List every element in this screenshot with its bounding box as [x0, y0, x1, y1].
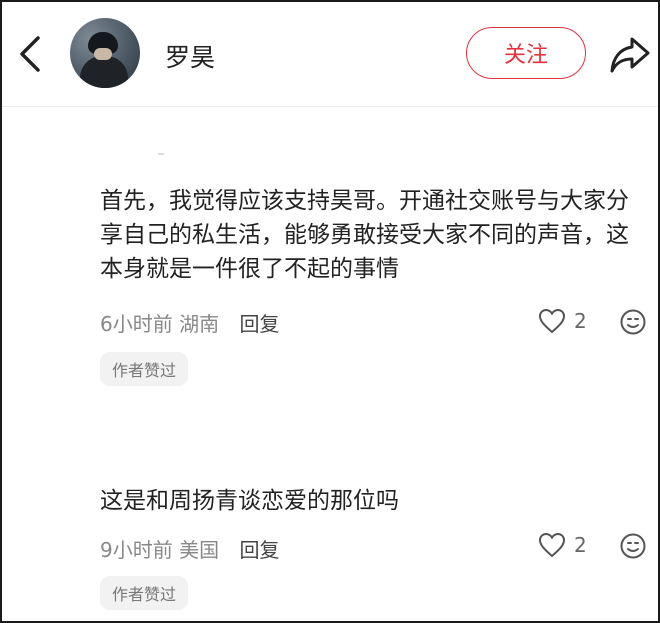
comment-text: 这是和周扬青谈恋爱的那位吗	[100, 488, 399, 514]
back-button[interactable]	[12, 32, 48, 76]
comment-location: 湖南	[179, 312, 220, 336]
comment-meta: 6小时前 湖南 回复	[100, 308, 279, 337]
emoji-react-button[interactable]	[619, 532, 647, 564]
comment-time: 9小时前	[100, 538, 173, 562]
username[interactable]: 罗昊	[165, 38, 215, 74]
comment-text: 首先，我觉得应该支持昊哥。开通社交账号与大家分享自己的私生活，能够勇敢接受大家不…	[100, 188, 629, 282]
emoji-react-button[interactable]	[619, 308, 647, 340]
like-count: 2	[574, 533, 587, 557]
app-frame: 罗昊 关注 首先，我觉得应该支持昊哥。开通社交账号与大家分享自己的私生活，能够勇…	[0, 0, 660, 623]
avatar-figure-body	[80, 56, 128, 88]
share-arrow-icon	[610, 37, 650, 73]
reply-button[interactable]: 回复	[239, 538, 279, 562]
avatar-figure-face	[94, 48, 112, 60]
like-button[interactable]: 2	[538, 532, 587, 558]
follow-button[interactable]: 关注	[466, 27, 586, 79]
like-button[interactable]: 2	[538, 308, 587, 334]
share-button[interactable]	[608, 35, 652, 75]
divider-mark	[158, 153, 164, 155]
comment-time: 6小时前	[100, 312, 173, 336]
author-liked-badge: 作者赞过	[100, 352, 189, 386]
header-bar: 罗昊 关注	[2, 2, 658, 107]
comment-meta: 9小时前 美国 回复	[100, 534, 279, 563]
author-liked-badge: 作者赞过	[100, 576, 189, 610]
smiley-icon	[620, 309, 646, 335]
comment-item: 这是和周扬青谈恋爱的那位吗	[100, 484, 645, 518]
comment-item: 首先，我觉得应该支持昊哥。开通社交账号与大家分享自己的私生活，能够勇敢接受大家不…	[100, 184, 645, 286]
like-count: 2	[574, 309, 587, 333]
chevron-left-icon	[20, 36, 40, 72]
avatar[interactable]	[70, 18, 140, 88]
heart-outline-icon	[538, 308, 566, 334]
smiley-icon	[620, 533, 646, 559]
reply-button[interactable]: 回复	[239, 312, 279, 336]
comment-location: 美国	[179, 538, 220, 562]
heart-outline-icon	[538, 532, 566, 558]
